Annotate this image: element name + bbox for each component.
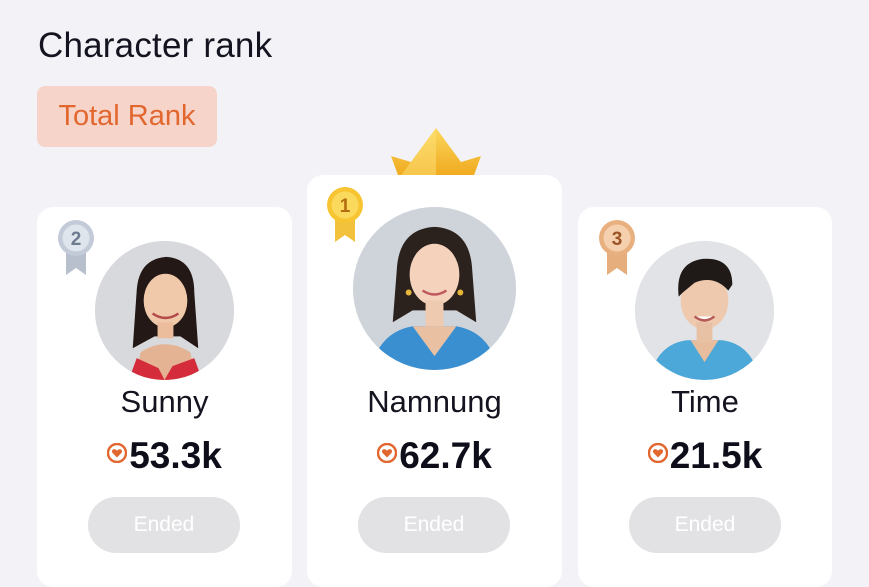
tab-total-rank[interactable]: Total Rank bbox=[37, 86, 217, 147]
avatar bbox=[353, 207, 516, 370]
ended-button[interactable]: Ended bbox=[358, 497, 510, 553]
crown-icon bbox=[391, 128, 481, 178]
svg-text:3: 3 bbox=[612, 229, 623, 250]
ended-button[interactable]: Ended bbox=[88, 497, 240, 553]
rank-card-3[interactable]: 3 Time 21.5k Ended bbox=[578, 207, 832, 587]
page-title: Character rank bbox=[38, 26, 273, 65]
heart-icon bbox=[377, 443, 398, 463]
score-value: 53.3k bbox=[129, 435, 222, 476]
svg-text:1: 1 bbox=[340, 196, 351, 217]
medal-icon: 2 bbox=[58, 220, 94, 275]
heart-icon bbox=[107, 443, 128, 463]
character-name: Sunny bbox=[120, 384, 209, 419]
score: 21.5k bbox=[578, 435, 832, 477]
score-value: 21.5k bbox=[669, 435, 763, 476]
avatar bbox=[95, 241, 234, 380]
ended-button[interactable]: Ended bbox=[629, 497, 781, 553]
svg-text:2: 2 bbox=[71, 229, 82, 250]
character-name: Time bbox=[671, 384, 739, 419]
score: 62.7k bbox=[307, 435, 562, 477]
score-value: 62.7k bbox=[399, 435, 492, 476]
score: 53.3k bbox=[37, 435, 292, 477]
heart-icon bbox=[647, 443, 668, 463]
medal-icon: 1 bbox=[327, 187, 363, 242]
rank-card-2[interactable]: 2 Sunny 53.3k Ended bbox=[37, 207, 292, 587]
rank-card-1[interactable]: 1 Namnung 62.7k Ended bbox=[307, 175, 562, 587]
character-name: Namnung bbox=[367, 384, 502, 419]
avatar bbox=[635, 241, 774, 380]
medal-icon: 3 bbox=[599, 220, 635, 275]
